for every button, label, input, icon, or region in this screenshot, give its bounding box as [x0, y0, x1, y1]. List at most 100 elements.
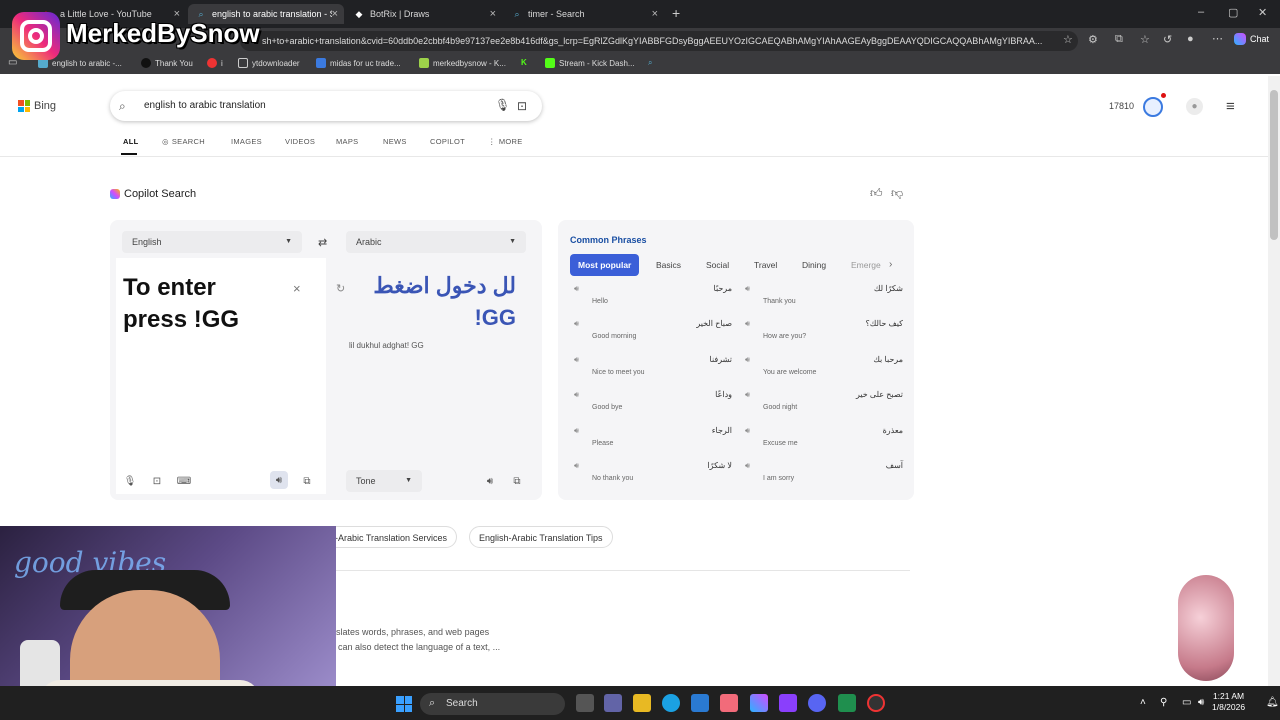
tab-botrix[interactable]: ◆ BotRix | Draws ×	[346, 4, 502, 24]
tab-news[interactable]: NEWS	[383, 137, 407, 146]
new-tab-button[interactable]: +	[672, 5, 680, 21]
target-language-select[interactable]: Arabic ▼	[346, 231, 526, 253]
bookmark-midas[interactable]: midas for uc trade...	[316, 58, 401, 68]
task-view-icon[interactable]	[576, 694, 594, 712]
rewards-points[interactable]: 17810	[1109, 101, 1134, 111]
phrase-item[interactable]: 🔊︎ تصبح على خير Good night	[743, 390, 903, 420]
swap-languages-icon[interactable]: ⇄	[318, 236, 327, 249]
copy-icon[interactable]: ⧉	[298, 472, 316, 490]
tone-select[interactable]: Tone ▼	[346, 470, 422, 492]
account-icon[interactable]: ●	[1186, 98, 1203, 115]
obs-icon[interactable]	[867, 694, 885, 712]
speaker-icon[interactable]: 🔊︎	[574, 319, 579, 329]
keyboard-icon[interactable]: ⌨	[175, 472, 193, 490]
speaker-icon[interactable]: 🔊︎	[481, 472, 499, 490]
store-icon[interactable]	[691, 694, 709, 712]
speaker-icon[interactable]: 🔊︎	[574, 426, 579, 436]
source-language-select[interactable]: English ▼	[122, 231, 302, 253]
bookmark-thank-you[interactable]: Thank You	[141, 58, 193, 68]
split-screen-icon[interactable]: ⧉	[1115, 33, 1123, 46]
close-icon[interactable]: ×	[490, 8, 496, 20]
speaker-icon[interactable]: 🔊︎	[745, 319, 750, 329]
history-icon[interactable]: ↺	[1163, 33, 1172, 46]
favorite-star-icon[interactable]: ☆	[1063, 33, 1073, 46]
taskbar-search[interactable]: Search	[420, 693, 565, 715]
speaker-icon[interactable]: 🔊︎	[574, 284, 579, 294]
discord-icon[interactable]	[808, 694, 826, 712]
thumbs-down-icon[interactable]: 👎︎	[891, 186, 903, 201]
bookmark-search[interactable]: ⌕	[648, 58, 652, 68]
speaker-icon[interactable]: 🔊︎	[574, 390, 579, 400]
tab-timer[interactable]: ⌕ timer - Search ×	[504, 4, 664, 24]
bookmark-stream-kick[interactable]: Stream - Kick Dash...	[545, 58, 635, 68]
extension-icon[interactable]: ⚙	[1088, 33, 1098, 46]
phrase-item[interactable]: 🔊︎ لا شكرًا No thank you	[572, 461, 732, 491]
chevron-up-icon[interactable]: ˄	[1140, 697, 1146, 708]
search-input[interactable]: english to arabic translation	[144, 100, 266, 111]
speaker-icon[interactable]: 🔊︎	[574, 461, 579, 471]
system-clock[interactable]: 1:21 AM 1/8/2026	[1212, 691, 1245, 713]
phrase-tab-dining[interactable]: Dining	[794, 254, 834, 276]
speaker-icon[interactable]: 🔊︎	[745, 355, 750, 365]
phrase-item[interactable]: 🔊︎ مرحبًا Hello	[572, 284, 732, 314]
copilot-icon[interactable]	[750, 694, 768, 712]
window-close-button[interactable]: ✕	[1258, 6, 1267, 19]
hamburger-menu-icon[interactable]: ≡	[1226, 98, 1235, 115]
tab-images[interactable]: IMAGES	[231, 137, 262, 146]
favorites-icon[interactable]: ☆	[1140, 33, 1150, 46]
more-menu-icon[interactable]: ⋯	[1212, 32, 1223, 45]
phrase-tab-basics[interactable]: Basics	[648, 254, 689, 276]
bookmarks-folder-icon[interactable]: ▭	[8, 57, 17, 68]
copilot-chat-button[interactable]: Chat	[1234, 33, 1269, 45]
thumbs-up-icon[interactable]: 👍︎	[870, 186, 883, 201]
phrase-tab-social[interactable]: Social	[698, 254, 737, 276]
phrase-item[interactable]: 🔊︎ الرجاء Please	[572, 426, 732, 456]
microphone-icon[interactable]: 🎙︎	[495, 98, 510, 112]
edge-icon[interactable]	[662, 694, 680, 712]
phrase-item[interactable]: 🔊︎ وداعًا Good bye	[572, 390, 732, 420]
close-icon[interactable]: ×	[652, 8, 658, 20]
tab-more[interactable]: ⋮ MORE	[488, 137, 523, 146]
maximize-button[interactable]: ▢	[1228, 6, 1238, 19]
speaker-icon[interactable]: 🔊︎	[745, 284, 750, 294]
app-icon[interactable]	[720, 694, 738, 712]
phrase-item[interactable]: 🔊︎ تشرفنا Nice to meet you	[572, 355, 732, 385]
volume-icon[interactable]: 🔊︎	[1198, 697, 1204, 708]
phrase-item[interactable]: 🔊︎ آسف I am sorry	[743, 461, 903, 491]
phrase-item[interactable]: 🔊︎ صباح الخير Good morning	[572, 319, 732, 349]
bookmark-i[interactable]: i	[207, 58, 223, 68]
network-icon[interactable]: ⚲	[1160, 697, 1167, 708]
source-text[interactable]: To enter press !GG	[123, 272, 263, 336]
refresh-icon[interactable]: ↻	[336, 282, 345, 295]
tab-all[interactable]: ALL	[123, 137, 138, 146]
tab-videos[interactable]: VIDEOS	[285, 137, 315, 146]
speaker-icon[interactable]: 🔊︎	[574, 355, 579, 365]
speaker-icon[interactable]: 🔊︎	[270, 471, 288, 489]
related-chip-translation-services[interactable]: -Arabic Translation Services	[326, 526, 458, 548]
bookmark-merkedbysnow[interactable]: merkedbysnow - K...	[419, 58, 506, 68]
notepad-icon[interactable]	[838, 694, 856, 712]
phrase-tab-emergency[interactable]: Emerge	[843, 254, 889, 276]
tab-search[interactable]: ◎ SEARCH	[162, 137, 205, 146]
rewards-icon[interactable]	[1143, 97, 1163, 117]
clear-text-icon[interactable]: ×	[293, 281, 301, 296]
notifications-icon[interactable]: 🔔︎	[1266, 697, 1279, 708]
app-icon[interactable]	[779, 694, 797, 712]
bookmark-kick[interactable]: K	[521, 58, 527, 67]
speaker-icon[interactable]: 🔊︎	[745, 390, 750, 400]
chevron-right-icon[interactable]: ›	[889, 259, 892, 270]
phrase-item[interactable]: 🔊︎ مرحبا بك You are welcome	[743, 355, 903, 385]
start-icon[interactable]	[396, 696, 412, 712]
profile-icon[interactable]: ●	[1187, 33, 1194, 45]
visual-search-icon[interactable]: ⊡	[517, 99, 527, 113]
phrase-tab-most-popular[interactable]: Most popular	[570, 254, 640, 276]
related-chip-translation-tips[interactable]: English-Arabic Translation Tips	[469, 526, 613, 548]
speaker-icon[interactable]: 🔊︎	[745, 461, 750, 471]
phrase-item[interactable]: 🔊︎ شكرًا لك Thank you	[743, 284, 903, 314]
tab-copilot[interactable]: COPILOT	[430, 137, 465, 146]
microphone-icon[interactable]: 🎙︎	[121, 472, 139, 490]
phrase-item[interactable]: 🔊︎ كيف حالك؟ How are you?	[743, 319, 903, 349]
minimize-button[interactable]: –	[1198, 6, 1204, 18]
bookmark-ytdownloader[interactable]: ytdownloader	[238, 58, 300, 68]
phrase-item[interactable]: 🔊︎ معذرة Excuse me	[743, 426, 903, 456]
